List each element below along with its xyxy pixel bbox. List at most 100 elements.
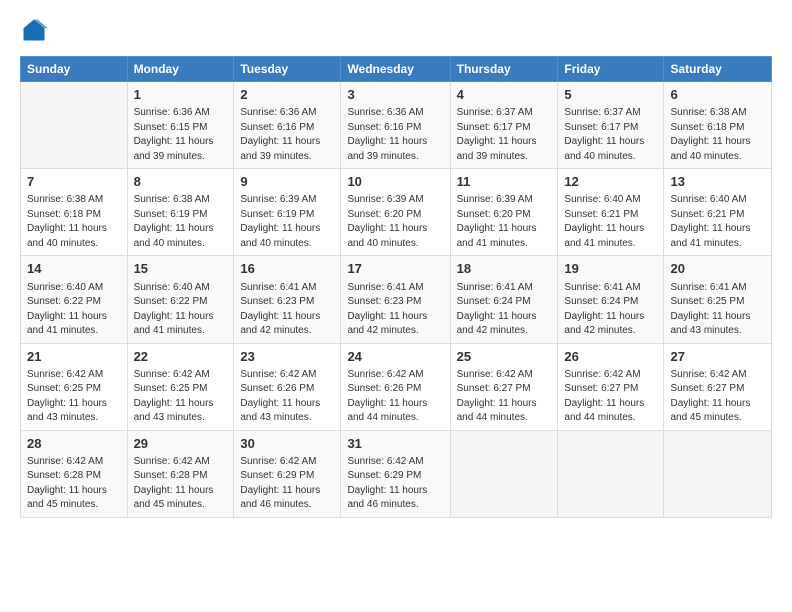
day-number: 27 — [670, 348, 765, 366]
calendar-week-row: 28 Sunrise: 6:42 AMSunset: 6:28 PMDayligh… — [21, 430, 772, 517]
day-info: Sunrise: 6:41 AMSunset: 6:24 PMDaylight:… — [457, 281, 552, 339]
calendar-cell: 6Sunrise: 6:38 AMSunset: 6:18 PMDaylight… — [664, 82, 772, 169]
day-info: Sunrise: 6:42 AMSunset: 6:26 PMDaylight:… — [240, 368, 334, 426]
calendar-week-row: 1 Sunrise: 6:36 AMSunset: 6:15 PMDaylight… — [21, 82, 772, 169]
calendar-cell: 2 Sunrise: 6:36 AMSunset: 6:16 PMDaylight… — [234, 82, 341, 169]
day-number: 18 — [457, 260, 552, 278]
day-number: 23 — [240, 348, 334, 366]
day-info: Sunrise: 6:37 AMSunset: 6:17 PMDaylight:… — [457, 106, 552, 164]
header — [20, 16, 772, 44]
calendar-cell: 16 Sunrise: 6:41 AMSunset: 6:23 PMDayligh… — [234, 256, 341, 343]
logo — [20, 16, 52, 44]
calendar-cell: 14 Sunrise: 6:40 AMSunset: 6:22 PMDayligh… — [21, 256, 128, 343]
day-info: Sunrise: 6:39 AMSunset: 6:20 PMDaylight:… — [347, 193, 443, 251]
day-number: 25 — [457, 348, 552, 366]
day-info: Sunrise: 6:39 AMSunset: 6:19 PMDaylight:… — [240, 193, 334, 251]
calendar-cell: 27 Sunrise: 6:42 AMSunset: 6:27 PMDayligh… — [664, 343, 772, 430]
calendar-table: SundayMondayTuesdayWednesdayThursdayFrid… — [20, 56, 772, 518]
calendar-cell: 19Sunrise: 6:41 AMSunset: 6:24 PMDayligh… — [558, 256, 664, 343]
calendar-cell: 20 Sunrise: 6:41 AMSunset: 6:25 PMDayligh… — [664, 256, 772, 343]
day-number: 21 — [27, 348, 121, 366]
calendar-cell: 30Sunrise: 6:42 AMSunset: 6:29 PMDayligh… — [234, 430, 341, 517]
day-info: Sunrise: 6:42 AMSunset: 6:27 PMDaylight:… — [670, 368, 765, 426]
calendar-cell: 22 Sunrise: 6:42 AMSunset: 6:25 PMDayligh… — [127, 343, 234, 430]
calendar-week-row: 14 Sunrise: 6:40 AMSunset: 6:22 PMDayligh… — [21, 256, 772, 343]
weekday-header: Thursday — [450, 57, 558, 82]
day-info: Sunrise: 6:42 AMSunset: 6:28 PMDaylight:… — [27, 455, 121, 513]
day-number: 2 — [240, 86, 334, 104]
logo-icon — [20, 16, 48, 44]
day-info: Sunrise: 6:42 AMSunset: 6:29 PMDaylight:… — [347, 455, 443, 513]
calendar-header-row: SundayMondayTuesdayWednesdayThursdayFrid… — [21, 57, 772, 82]
calendar-cell: 3 Sunrise: 6:36 AMSunset: 6:16 PMDaylight… — [341, 82, 450, 169]
day-number: 13 — [670, 173, 765, 191]
calendar-cell: 18 Sunrise: 6:41 AMSunset: 6:24 PMDayligh… — [450, 256, 558, 343]
calendar-cell: 4 Sunrise: 6:37 AMSunset: 6:17 PMDaylight… — [450, 82, 558, 169]
day-info: Sunrise: 6:36 AMSunset: 6:16 PMDaylight:… — [347, 106, 443, 164]
calendar-cell: 23 Sunrise: 6:42 AMSunset: 6:26 PMDayligh… — [234, 343, 341, 430]
day-info: Sunrise: 6:38 AMSunset: 6:18 PMDaylight:… — [27, 193, 121, 251]
day-info: Sunrise: 6:41 AMSunset: 6:24 PMDaylight:… — [564, 281, 657, 339]
calendar-cell — [450, 430, 558, 517]
calendar-cell: 13 Sunrise: 6:40 AMSunset: 6:21 PMDayligh… — [664, 169, 772, 256]
page-container: SundayMondayTuesdayWednesdayThursdayFrid… — [0, 0, 792, 528]
day-info: Sunrise: 6:38 AMSunset: 6:18 PMDaylight:… — [670, 106, 765, 164]
calendar-cell — [558, 430, 664, 517]
day-info: Sunrise: 6:40 AMSunset: 6:22 PMDaylight:… — [27, 281, 121, 339]
day-number: 7 — [27, 173, 121, 191]
calendar-cell: 5 Sunrise: 6:37 AMSunset: 6:17 PMDaylight… — [558, 82, 664, 169]
calendar-cell: 7 Sunrise: 6:38 AMSunset: 6:18 PMDaylight… — [21, 169, 128, 256]
weekday-header: Sunday — [21, 57, 128, 82]
day-info: Sunrise: 6:42 AMSunset: 6:28 PMDaylight:… — [134, 455, 228, 513]
day-number: 17 — [347, 260, 443, 278]
day-number: 30 — [240, 435, 334, 453]
day-info: Sunrise: 6:37 AMSunset: 6:17 PMDaylight:… — [564, 106, 657, 164]
day-number: 10 — [347, 173, 443, 191]
day-number: 9 — [240, 173, 334, 191]
day-info: Sunrise: 6:42 AMSunset: 6:26 PMDaylight:… — [347, 368, 443, 426]
day-info: Sunrise: 6:36 AMSunset: 6:15 PMDaylight:… — [134, 106, 228, 164]
day-info: Sunrise: 6:38 AMSunset: 6:19 PMDaylight:… — [134, 193, 228, 251]
day-number: 5 — [564, 86, 657, 104]
calendar-cell: 10 Sunrise: 6:39 AMSunset: 6:20 PMDayligh… — [341, 169, 450, 256]
day-info: Sunrise: 6:42 AMSunset: 6:27 PMDaylight:… — [564, 368, 657, 426]
day-info: Sunrise: 6:42 AMSunset: 6:25 PMDaylight:… — [134, 368, 228, 426]
day-number: 15 — [134, 260, 228, 278]
calendar-cell — [21, 82, 128, 169]
weekday-header: Tuesday — [234, 57, 341, 82]
day-number: 3 — [347, 86, 443, 104]
day-number: 22 — [134, 348, 228, 366]
day-number: 14 — [27, 260, 121, 278]
day-number: 28 — [27, 435, 121, 453]
calendar-cell: 12Sunrise: 6:40 AMSunset: 6:21 PMDayligh… — [558, 169, 664, 256]
calendar-cell: 1 Sunrise: 6:36 AMSunset: 6:15 PMDaylight… — [127, 82, 234, 169]
calendar-cell: 31 Sunrise: 6:42 AMSunset: 6:29 PMDayligh… — [341, 430, 450, 517]
day-info: Sunrise: 6:40 AMSunset: 6:22 PMDaylight:… — [134, 281, 228, 339]
day-number: 4 — [457, 86, 552, 104]
day-number: 12 — [564, 173, 657, 191]
calendar-cell: 28 Sunrise: 6:42 AMSunset: 6:28 PMDayligh… — [21, 430, 128, 517]
day-number: 24 — [347, 348, 443, 366]
day-number: 16 — [240, 260, 334, 278]
day-number: 29 — [134, 435, 228, 453]
calendar-week-row: 21 Sunrise: 6:42 AMSunset: 6:25 PMDayligh… — [21, 343, 772, 430]
calendar-cell: 25 Sunrise: 6:42 AMSunset: 6:27 PMDayligh… — [450, 343, 558, 430]
calendar-cell: 17 Sunrise: 6:41 AMSunset: 6:23 PMDayligh… — [341, 256, 450, 343]
calendar-cell: 26Sunrise: 6:42 AMSunset: 6:27 PMDayligh… — [558, 343, 664, 430]
calendar-cell — [664, 430, 772, 517]
day-info: Sunrise: 6:41 AMSunset: 6:25 PMDaylight:… — [670, 281, 765, 339]
day-info: Sunrise: 6:36 AMSunset: 6:16 PMDaylight:… — [240, 106, 334, 164]
calendar-cell: 15 Sunrise: 6:40 AMSunset: 6:22 PMDayligh… — [127, 256, 234, 343]
day-number: 8 — [134, 173, 228, 191]
day-info: Sunrise: 6:42 AMSunset: 6:27 PMDaylight:… — [457, 368, 552, 426]
calendar-cell: 29 Sunrise: 6:42 AMSunset: 6:28 PMDayligh… — [127, 430, 234, 517]
day-number: 20 — [670, 260, 765, 278]
calendar-cell: 24 Sunrise: 6:42 AMSunset: 6:26 PMDayligh… — [341, 343, 450, 430]
day-number: 11 — [457, 173, 552, 191]
day-info: Sunrise: 6:40 AMSunset: 6:21 PMDaylight:… — [670, 193, 765, 251]
day-number: 31 — [347, 435, 443, 453]
day-info: Sunrise: 6:41 AMSunset: 6:23 PMDaylight:… — [240, 281, 334, 339]
weekday-header: Monday — [127, 57, 234, 82]
day-info: Sunrise: 6:41 AMSunset: 6:23 PMDaylight:… — [347, 281, 443, 339]
day-number: 1 — [134, 86, 228, 104]
